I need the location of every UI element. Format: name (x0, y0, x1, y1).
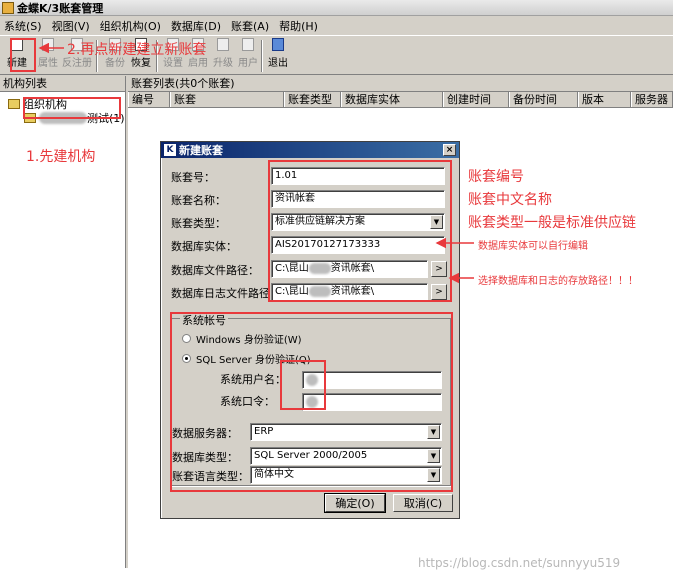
dialog-title-bar: K 新建账套 × (161, 142, 459, 158)
blurred-username (306, 374, 318, 386)
blurred-path (308, 285, 331, 297)
menu-system[interactable]: 系统(S) (4, 18, 42, 34)
note-db-entity: 数据库实体可以自行编辑 (478, 241, 588, 252)
menu-account[interactable]: 账套(A) (231, 18, 269, 34)
new-button[interactable]: 新建 (4, 38, 30, 74)
menu-organization[interactable]: 组织机构(O) (100, 18, 161, 34)
properties-button[interactable]: 属性 (35, 38, 61, 74)
account-code-input[interactable]: 1.01 (271, 167, 445, 185)
tree-node-org[interactable]: 测试(1) (24, 110, 125, 126)
users-button[interactable]: 用户 (235, 38, 261, 74)
blurred-name (39, 112, 87, 124)
username-label: 系统用户名： (220, 373, 286, 386)
chevron-down-icon[interactable]: ▼ (427, 425, 440, 439)
window-title: 金蝶K/3账套管理 (17, 1, 104, 15)
exit-button[interactable]: 退出 (265, 38, 291, 74)
browse-db-path-button[interactable]: > (431, 261, 447, 277)
db-type-select[interactable]: SQL Server 2000/2005 ▼ (250, 447, 442, 465)
close-button[interactable]: × (443, 144, 456, 156)
column-header[interactable]: 账套 (170, 92, 284, 107)
properties-icon (42, 38, 54, 51)
password-label: 系统口令： (220, 395, 275, 408)
account-name-input[interactable]: 资讯帐套 (271, 190, 445, 208)
main-window: 金蝶K/3账套管理 系统(S) 视图(V) 组织机构(O) 数据库(D) 账套(… (0, 0, 673, 568)
dialog-title: 新建账套 (179, 144, 223, 157)
exit-icon (272, 38, 284, 51)
windows-auth-radio[interactable]: Windows 身份验证(W) (182, 331, 302, 346)
blurred-path (308, 262, 331, 274)
account-type-label: 账套类型： (171, 217, 226, 230)
account-type-select[interactable]: 标准供应链解决方案 ▼ (271, 213, 445, 231)
db-entity-input[interactable]: AIS20170127173333 (271, 236, 445, 254)
account-list-header: 编号 账套 账套类型 数据库实体 创建时间 备份时间 版本 服务器 (128, 92, 673, 108)
organization-pane-title: 机构列表 (0, 76, 125, 92)
language-label: 账套语言类型： (172, 470, 249, 483)
column-header[interactable]: 账套类型 (284, 92, 341, 107)
note-account-code: 账套编号 (468, 169, 524, 185)
app-icon (2, 1, 14, 14)
menu-bar: 系统(S) 视图(V) 组织机构(O) 数据库(D) 账套(A) 帮助(H) (0, 17, 673, 34)
note-account-name: 账套中文名称 (468, 192, 552, 208)
toolbar-separator (261, 40, 263, 72)
new-account-dialog: K 新建账套 × 账套号： 1.01 账套名称： 资讯帐套 账套类型： 标准供应… (160, 141, 460, 519)
note-account-type: 账套类型一般是标准供应链 (468, 215, 636, 231)
chevron-down-icon[interactable]: ▼ (427, 449, 440, 463)
kingdee-icon: K (164, 144, 176, 156)
chevron-down-icon[interactable]: ▼ (430, 215, 443, 229)
ok-button[interactable]: 确定(O) (324, 493, 386, 513)
radio-unselected-icon (182, 334, 191, 343)
browse-log-path-button[interactable]: > (431, 284, 447, 300)
column-header[interactable]: 创建时间 (443, 92, 509, 107)
note-step1: 1.先建机构 (26, 149, 96, 165)
server-select[interactable]: ERP ▼ (250, 423, 442, 441)
log-path-input[interactable]: C:\昆山 资讯帐套\ (271, 283, 428, 301)
column-header[interactable]: 数据库实体 (341, 92, 443, 107)
watermark: https://blog.csdn.net/sunnyyu519 (418, 556, 621, 570)
upgrade-icon (217, 38, 229, 51)
new-document-icon (11, 38, 23, 51)
folder-icon (24, 113, 36, 123)
menu-view[interactable]: 视图(V) (52, 18, 90, 34)
column-header[interactable]: 服务器 (631, 92, 673, 107)
blurred-password (306, 396, 318, 408)
note-paths: 选择数据库和日志的存放路径！！！ (478, 276, 638, 287)
account-code-label: 账套号： (171, 171, 215, 184)
folder-icon (8, 99, 20, 109)
users-icon (242, 38, 254, 51)
column-header[interactable]: 版本 (578, 92, 631, 107)
account-list-title: 账套列表(共0个账套) (128, 76, 673, 92)
log-path-label: 数据库日志文件路径： (171, 287, 281, 300)
chevron-down-icon[interactable]: ▼ (427, 468, 440, 482)
account-name-label: 账套名称： (171, 194, 226, 207)
db-path-label: 数据库文件路径： (171, 264, 259, 277)
column-header[interactable]: 备份时间 (509, 92, 578, 107)
note-step2: 2.再点新建建立新账套 (67, 42, 207, 58)
menu-help[interactable]: 帮助(H) (279, 18, 318, 34)
column-header[interactable]: 编号 (128, 92, 170, 107)
radio-selected-icon (182, 354, 191, 363)
title-bar: 金蝶K/3账套管理 (0, 0, 673, 16)
system-account-group: 系统帐号 Windows 身份验证(W) SQL Server 身份验证(Q) … (171, 312, 451, 486)
language-select[interactable]: 简体中文 ▼ (250, 466, 442, 484)
db-path-input[interactable]: C:\昆山 资讯帐套\ (271, 260, 428, 278)
cancel-button[interactable]: 取消(C) (393, 494, 453, 512)
system-account-title: 系统帐号 (180, 312, 228, 328)
password-input[interactable] (302, 393, 442, 411)
server-label: 数据服务器： (172, 427, 238, 440)
db-entity-label: 数据库实体： (171, 240, 237, 253)
username-input[interactable] (302, 371, 442, 389)
sql-auth-radio[interactable]: SQL Server 身份验证(Q) (182, 351, 311, 366)
db-type-label: 数据库类型： (172, 451, 238, 464)
upgrade-button[interactable]: 升级 (210, 38, 236, 74)
menu-database[interactable]: 数据库(D) (171, 18, 221, 34)
